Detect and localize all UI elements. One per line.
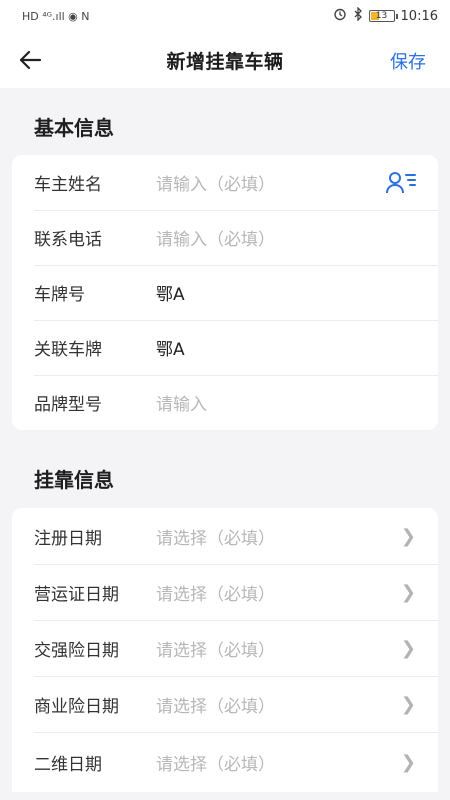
register-date-label: 注册日期	[34, 528, 102, 549]
chevron-right-icon: ❯	[400, 751, 416, 773]
brand-model-input[interactable]: 请输入	[156, 390, 386, 415]
chevron-right-icon: ❯	[400, 693, 416, 715]
status-time: 10:16	[400, 8, 438, 24]
status-bar-left: HD ⁴ᴳ.ıll ◉ N	[22, 10, 90, 23]
battery-level: 13	[375, 11, 388, 21]
plate-number-label: 车牌号	[34, 285, 85, 305]
commercial-insurance-date-row[interactable]: 商业险日期 请选择（必填） ❯	[12, 676, 438, 732]
affiliation-info-title: 挂靠信息	[34, 468, 114, 492]
plate-number-row[interactable]: 车牌号 鄂A	[12, 265, 438, 320]
affiliation-info-card: 注册日期 请选择（必填） ❯ 营运证日期 请选择（必填） ❯ 交强险日期 请选择…	[12, 508, 438, 792]
phone-input[interactable]: 请输入（必填）	[156, 225, 386, 250]
secondary-maintenance-date-label: 二维日期	[34, 754, 102, 775]
basic-info-title: 基本信息	[34, 116, 114, 140]
back-button[interactable]	[16, 46, 44, 74]
owner-name-row[interactable]: 车主姓名 请输入（必填）	[12, 155, 438, 210]
save-button[interactable]: 保存	[390, 48, 426, 74]
secondary-maintenance-date-row[interactable]: 二维日期 请选择（必填） ❯	[12, 732, 438, 792]
register-date-row[interactable]: 注册日期 请选择（必填） ❯	[12, 508, 438, 564]
linked-plate-row[interactable]: 关联车牌 鄂A	[12, 320, 438, 375]
contact-picker-icon[interactable]	[386, 171, 416, 195]
chevron-right-icon: ❯	[400, 637, 416, 659]
basic-info-card: 车主姓名 请输入（必填） 联系电话 请输入（必填） 车牌号 鄂A 关联车牌 鄂A…	[12, 155, 438, 430]
owner-name-label: 车主姓名	[34, 175, 102, 195]
phone-label: 联系电话	[34, 230, 102, 250]
alarm-icon	[333, 7, 347, 25]
back-arrow-icon	[19, 50, 42, 70]
operating-permit-date-label: 营运证日期	[34, 584, 119, 605]
bluetooth-icon	[353, 6, 363, 25]
compulsory-insurance-date-label: 交强险日期	[34, 640, 119, 661]
operating-permit-date-select[interactable]: 请选择（必填）	[156, 580, 386, 605]
brand-model-label: 品牌型号	[34, 395, 102, 415]
commercial-insurance-date-label: 商业险日期	[34, 696, 119, 717]
register-date-select[interactable]: 请选择（必填）	[156, 524, 386, 549]
plate-number-input[interactable]: 鄂A	[156, 280, 386, 305]
navigation-bar: 新增挂靠车辆 保存	[0, 32, 450, 88]
operating-permit-date-row[interactable]: 营运证日期 请选择（必填） ❯	[12, 564, 438, 620]
brand-model-row[interactable]: 品牌型号 请输入	[12, 375, 438, 430]
chevron-right-icon: ❯	[400, 581, 416, 603]
page-title: 新增挂靠车辆	[166, 50, 284, 73]
status-bar: HD ⁴ᴳ.ıll ◉ N 13 10:16	[0, 0, 450, 32]
secondary-maintenance-date-select[interactable]: 请选择（必填）	[156, 750, 386, 775]
owner-name-input[interactable]: 请输入（必填）	[156, 170, 386, 195]
commercial-insurance-date-select[interactable]: 请选择（必填）	[156, 692, 386, 717]
phone-row[interactable]: 联系电话 请输入（必填）	[12, 210, 438, 265]
compulsory-insurance-date-select[interactable]: 请选择（必填）	[156, 636, 386, 661]
linked-plate-input[interactable]: 鄂A	[156, 335, 386, 360]
linked-plate-label: 关联车牌	[34, 340, 102, 360]
status-bar-right: 13 10:16	[333, 6, 438, 25]
network-status-icons: HD ⁴ᴳ.ıll ◉ N	[22, 9, 90, 23]
compulsory-insurance-date-row[interactable]: 交强险日期 请选择（必填） ❯	[12, 620, 438, 676]
chevron-right-icon: ❯	[400, 525, 416, 547]
battery-icon: 13	[368, 10, 398, 22]
